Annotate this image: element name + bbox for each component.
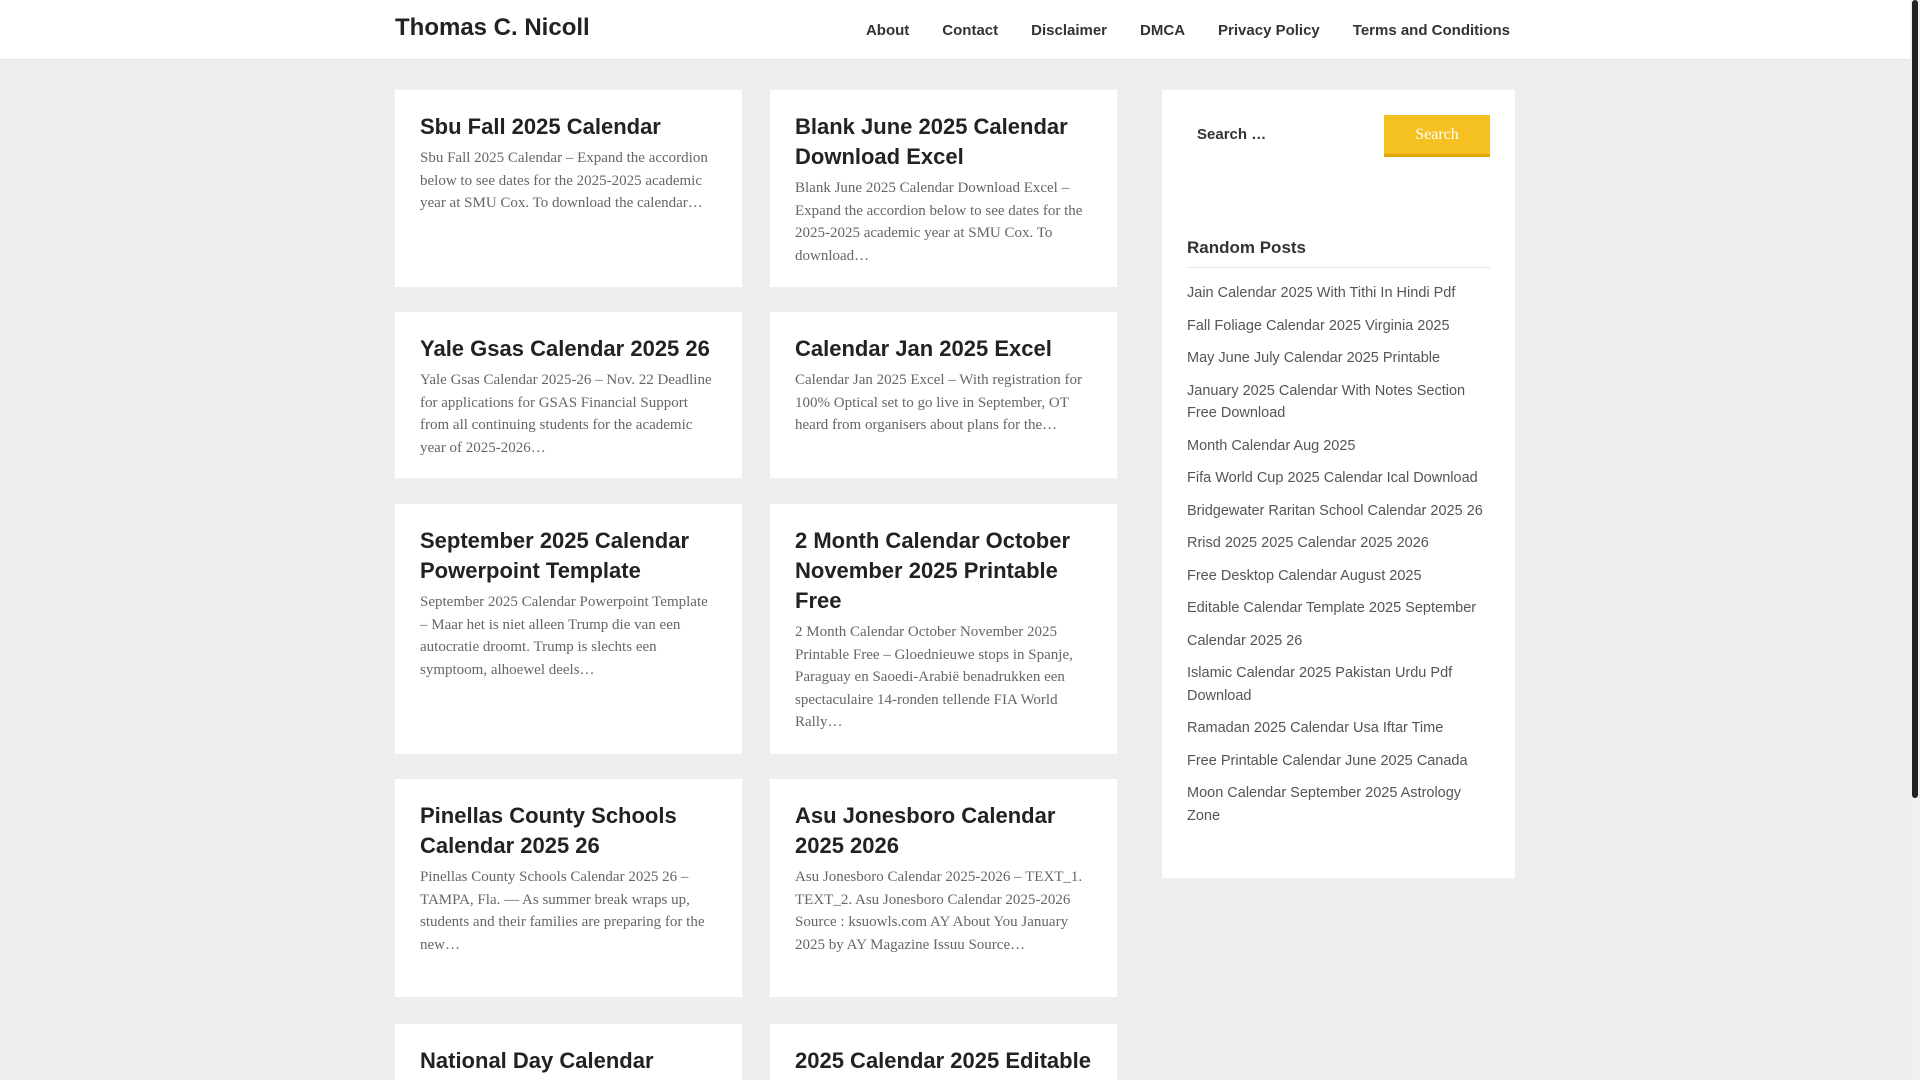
- random-post-link[interactable]: May June July Calendar 2025 Printable: [1187, 347, 1490, 370]
- main-nav: About Contact Disclaimer DMCA Privacy Po…: [833, 0, 1510, 60]
- post-card: National Day Calendar: [395, 1024, 742, 1080]
- post-card: Sbu Fall 2025 Calendar Sbu Fall 2025 Cal…: [395, 90, 742, 287]
- nav-terms-and-conditions[interactable]: Terms and Conditions: [1353, 22, 1510, 39]
- random-post-link[interactable]: Free Printable Calendar June 2025 Canada: [1187, 750, 1490, 773]
- site-header: Thomas C. Nicoll About Contact Disclaime…: [0, 0, 1910, 60]
- site-title[interactable]: Thomas C. Nicoll: [395, 14, 590, 42]
- post-title[interactable]: Asu Jonesboro Calendar 2025 2026: [795, 801, 1092, 861]
- post-title[interactable]: Sbu Fall 2025 Calendar: [420, 112, 717, 142]
- nav-privacy-policy[interactable]: Privacy Policy: [1218, 22, 1320, 39]
- search-button[interactable]: Search: [1384, 115, 1490, 157]
- post-card: 2 Month Calendar October November 2025 P…: [770, 504, 1117, 754]
- nav-contact[interactable]: Contact: [942, 22, 998, 39]
- sidebar: Search … Search Random Posts Jain Calend…: [1162, 90, 1515, 878]
- post-card: Pinellas County Schools Calendar 2025 26…: [395, 779, 742, 997]
- post-card: September 2025 Calendar Powerpoint Templ…: [395, 504, 742, 754]
- nav-disclaimer[interactable]: Disclaimer: [1031, 22, 1107, 39]
- random-post-link[interactable]: Islamic Calendar 2025 Pakistan Urdu Pdf …: [1187, 662, 1490, 707]
- post-excerpt: Calendar Jan 2025 Excel – With registrat…: [795, 372, 1082, 433]
- post-title[interactable]: September 2025 Calendar Powerpoint Templ…: [420, 526, 717, 586]
- post-card: Blank June 2025 Calendar Download Excel …: [770, 90, 1117, 287]
- post-excerpt: Sbu Fall 2025 Calendar – Expand the acco…: [420, 150, 708, 211]
- random-post-link[interactable]: January 2025 Calendar With Notes Section…: [1187, 380, 1490, 425]
- post-card: Calendar Jan 2025 Excel Calendar Jan 202…: [770, 312, 1117, 478]
- post-title[interactable]: Yale Gsas Calendar 2025 26: [420, 334, 717, 364]
- search-input[interactable]: [1187, 116, 1367, 156]
- random-post-link[interactable]: Free Desktop Calendar August 2025: [1187, 565, 1490, 588]
- post-title[interactable]: Pinellas County Schools Calendar 2025 26: [420, 801, 717, 861]
- nav-about[interactable]: About: [866, 22, 909, 39]
- page-scrollbar[interactable]: [1910, 0, 1920, 1080]
- post-title[interactable]: 2025 Calendar 2025 Editable: [795, 1046, 1092, 1076]
- post-excerpt: Blank June 2025 Calendar Download Excel …: [795, 180, 1083, 264]
- post-card: Yale Gsas Calendar 2025 26 Yale Gsas Cal…: [395, 312, 742, 478]
- post-card: 2025 Calendar 2025 Editable: [770, 1024, 1117, 1080]
- nav-dmca[interactable]: DMCA: [1140, 22, 1185, 39]
- random-post-link[interactable]: Jain Calendar 2025 With Tithi In Hindi P…: [1187, 282, 1490, 305]
- random-post-link[interactable]: Bridgewater Raritan School Calendar 2025…: [1187, 500, 1490, 523]
- random-post-link[interactable]: Month Calendar Aug 2025: [1187, 435, 1490, 458]
- post-card: Asu Jonesboro Calendar 2025 2026 Asu Jon…: [770, 779, 1117, 997]
- random-posts-list: Jain Calendar 2025 With Tithi In Hindi P…: [1187, 282, 1490, 837]
- post-title[interactable]: Blank June 2025 Calendar Download Excel: [795, 112, 1092, 172]
- post-excerpt: Asu Jonesboro Calendar 2025-2026 – TEXT_…: [795, 869, 1083, 953]
- post-title[interactable]: 2 Month Calendar October November 2025 P…: [795, 526, 1092, 616]
- random-post-link[interactable]: Moon Calendar September 2025 Astrology Z…: [1187, 782, 1490, 827]
- scrollbar-thumb[interactable]: [1912, 0, 1918, 798]
- post-excerpt: Pinellas County Schools Calendar 2025 26…: [420, 869, 705, 953]
- post-title[interactable]: Calendar Jan 2025 Excel: [795, 334, 1092, 364]
- random-posts-title: Random Posts: [1187, 238, 1490, 268]
- post-excerpt: Yale Gsas Calendar 2025-26 – Nov. 22 Dea…: [420, 372, 712, 456]
- post-title[interactable]: National Day Calendar: [420, 1046, 717, 1076]
- post-excerpt: 2 Month Calendar October November 2025 P…: [795, 624, 1073, 730]
- random-post-link[interactable]: Rrisd 2025 2025 Calendar 2025 2026: [1187, 532, 1490, 555]
- post-excerpt: September 2025 Calendar Powerpoint Templ…: [420, 594, 708, 678]
- random-post-link[interactable]: Ramadan 2025 Calendar Usa Iftar Time: [1187, 717, 1490, 740]
- random-post-link[interactable]: Fall Foliage Calendar 2025 Virginia 2025: [1187, 315, 1490, 338]
- random-post-link[interactable]: Fifa World Cup 2025 Calendar Ical Downlo…: [1187, 467, 1490, 490]
- random-post-link[interactable]: Editable Calendar Template 2025 Septembe…: [1187, 597, 1490, 620]
- random-post-link[interactable]: Calendar 2025 26: [1187, 630, 1490, 653]
